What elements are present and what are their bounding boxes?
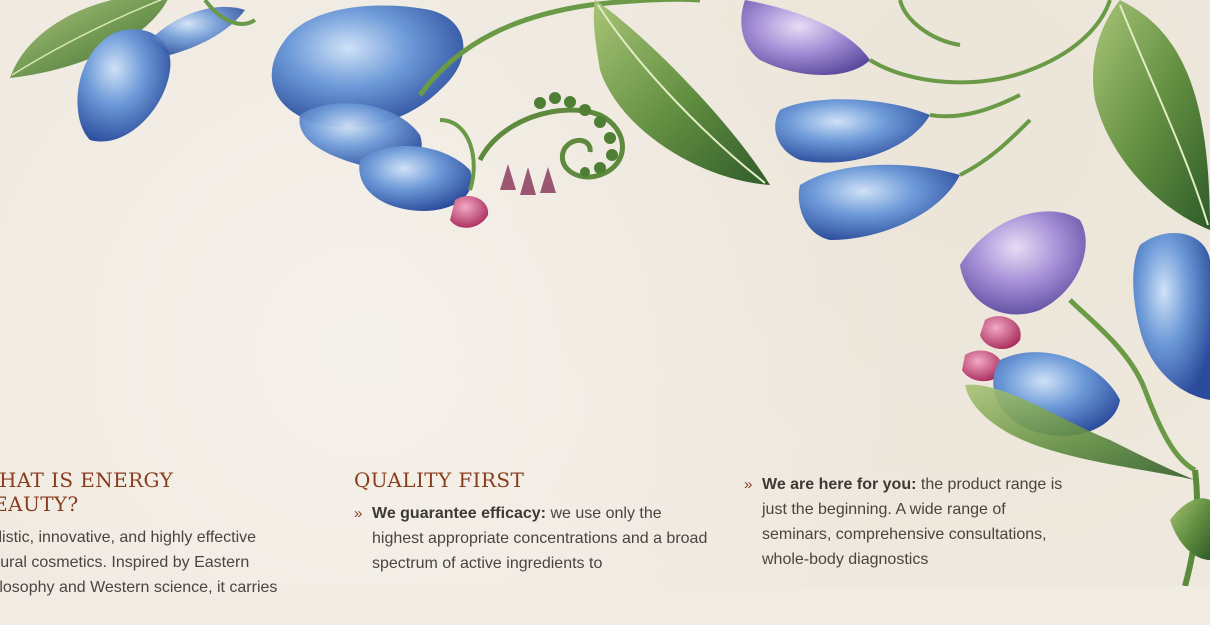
section-title: WHAT IS ENERGY BEAUTY?	[0, 468, 174, 516]
section-title: QUALITY FIRST	[354, 468, 525, 492]
feature-list: » We are here for you: the product range…	[744, 472, 1074, 572]
flower-bud-icon	[960, 211, 1086, 315]
section-support: » We are here for you: the product range…	[744, 472, 1074, 572]
item-heading: We guarantee efficacy:	[372, 505, 546, 522]
bullet-icon: »	[744, 476, 753, 493]
section-quality-first: QUALITY FIRST » We guarantee efficacy: w…	[354, 468, 714, 576]
section-energy-beauty: WHAT IS ENERGY BEAUTY? Holistic, innovat…	[0, 468, 278, 625]
section-text-line: Holistic, innovative, and highly effecti…	[0, 529, 257, 546]
feature-list: » We guarantee efficacy: we use only the…	[354, 501, 714, 576]
section-text-line: philosophy and Western science, it carri…	[0, 579, 278, 596]
leaf-icon	[1092, 0, 1210, 230]
item-heading: We are here for you:	[762, 476, 917, 493]
list-item: » We guarantee efficacy: we use only the…	[354, 501, 714, 576]
bullet-icon: »	[354, 505, 363, 522]
section-text-line: natural cosmetics. Inspired by Eastern	[0, 554, 250, 571]
flower-bud-icon	[741, 0, 870, 75]
list-item: » We are here for you: the product range…	[744, 472, 1074, 572]
